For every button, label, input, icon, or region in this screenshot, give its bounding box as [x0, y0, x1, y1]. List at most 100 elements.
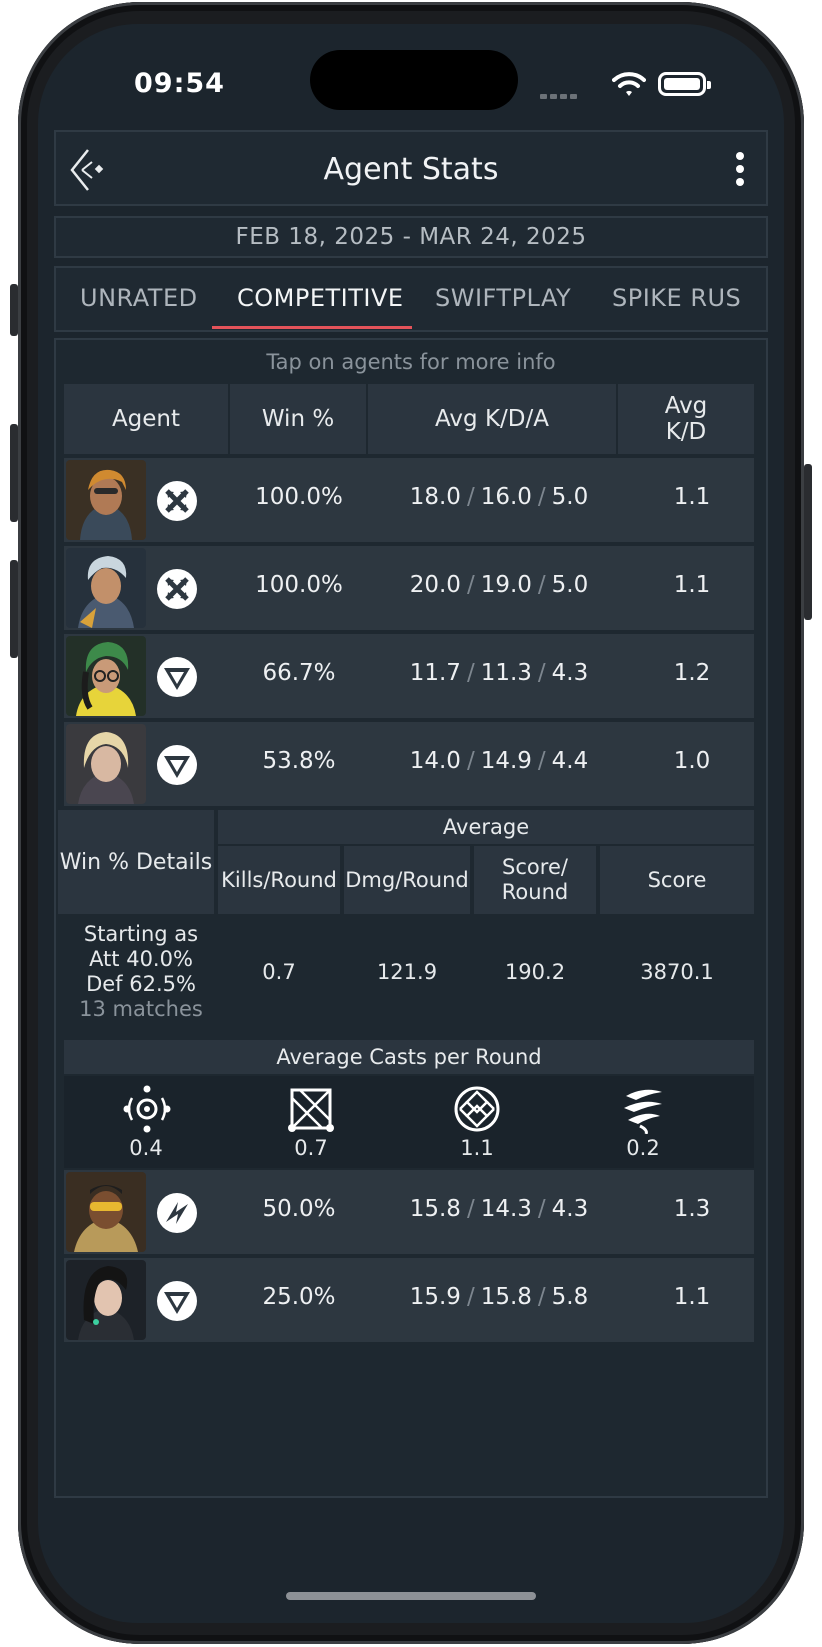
total-score: 3870.1	[640, 960, 714, 984]
ability-lattice-icon	[454, 1086, 500, 1132]
col-header-win: Win %	[230, 384, 366, 454]
stats-content: Tap on agents for more info Agent Win % …	[54, 338, 768, 1498]
win-percent: 25.0%	[262, 1284, 336, 1310]
kda-value: 11.7/11.3/4.3	[409, 660, 589, 686]
col-header-agent: Agent	[64, 384, 228, 454]
col-header-score-round: Score/ Round	[474, 846, 596, 914]
kda-value: 15.8/14.3/4.3	[409, 1196, 589, 1222]
score-per-round: 190.2	[504, 960, 566, 984]
status-time: 09:54	[134, 68, 225, 99]
duelist-icon	[157, 481, 197, 521]
col-header-kd: Avg K/D	[618, 384, 754, 454]
active-tab-indicator	[212, 326, 412, 329]
home-indicator[interactable]	[286, 1592, 536, 1600]
agent-portrait	[66, 1260, 146, 1340]
ability-swirl-icon	[624, 1089, 662, 1134]
win-percent: 53.8%	[262, 748, 336, 774]
col-header-score: Score	[600, 846, 754, 914]
casts-row: 0.4 0.7 1.1 0.2	[64, 1076, 754, 1168]
kills: 20.0	[409, 572, 461, 598]
agent-row[interactable]: 66.7% 11.7/11.3/4.3 1.2	[64, 634, 754, 718]
date-range-selector[interactable]: FEB 18, 2025 - MAR 24, 2025	[54, 216, 768, 258]
kd-ratio: 1.1	[673, 484, 711, 510]
kda-value: 15.9/15.8/5.8	[409, 1284, 589, 1310]
kills: 11.7	[409, 660, 461, 686]
kda-value: 20.0/19.0/5.0	[409, 572, 589, 598]
win-percent: 66.7%	[262, 660, 336, 686]
starting-as-label: Starting as	[83, 922, 199, 946]
assists: 4.4	[551, 748, 589, 774]
agent-row[interactable]: 50.0% 15.8/14.3/4.3 1.3	[64, 1170, 754, 1254]
col-header-kda: Avg K/D/A	[368, 384, 616, 454]
cast-value: 0.4	[129, 1136, 163, 1160]
agent-portrait	[66, 636, 146, 716]
ability-grid-icon	[288, 1088, 334, 1132]
kills: 18.0	[409, 484, 461, 510]
screen: 09:54 Agent Stats FEB 18, 2025 - MAR 24,…	[38, 24, 784, 1623]
attack-win-rate: Att 40.0%	[89, 947, 193, 971]
wifi-icon	[612, 72, 646, 96]
win-percent: 100.0%	[255, 572, 343, 598]
sentinel-icon	[157, 1281, 197, 1321]
deaths: 14.9	[480, 748, 532, 774]
assists: 5.8	[551, 1284, 589, 1310]
cast-value: 1.1	[460, 1136, 494, 1160]
agent-row[interactable]: 100.0% 20.0/19.0/5.0 1.1	[64, 546, 754, 630]
col-header-kd-line1: Avg	[664, 393, 708, 419]
agent-row[interactable]: 100.0% 18.0/16.0/5.0 1.1	[64, 458, 754, 542]
kills-per-round: 0.7	[262, 960, 296, 984]
tab-spike-rush[interactable]: SPIKE RUS	[612, 284, 741, 312]
casts-header: Average Casts per Round	[64, 1040, 754, 1074]
mute-switch	[10, 284, 18, 336]
agent-row[interactable]: 53.8% 14.0/14.9/4.4 1.0	[64, 722, 754, 806]
more-options-icon[interactable]	[736, 152, 744, 191]
kd-ratio: 1.1	[673, 572, 711, 598]
sentinel-icon	[157, 745, 197, 785]
deaths: 14.3	[480, 1196, 532, 1222]
cast-value: 0.7	[294, 1136, 328, 1160]
average-header: Average	[218, 810, 754, 844]
cast-value: 0.2	[626, 1136, 660, 1160]
agent-row[interactable]: 25.0% 15.9/15.8/5.8 1.1	[64, 1258, 754, 1342]
damage-per-round: 121.9	[376, 960, 438, 984]
kda-value: 14.0/14.9/4.4	[409, 748, 589, 774]
deaths: 16.0	[480, 484, 532, 510]
tab-swiftplay[interactable]: SWIFTPLAY	[435, 284, 571, 312]
volume-down-button	[10, 560, 18, 658]
kd-ratio: 1.3	[673, 1196, 711, 1222]
deaths: 15.8	[480, 1284, 532, 1310]
tab-unrated[interactable]: UNRATED	[80, 284, 198, 312]
assists: 5.0	[551, 572, 589, 598]
cellular-signal-icon	[540, 84, 580, 103]
col-header-kd-line2: K/D	[665, 419, 707, 445]
tab-competitive[interactable]: COMPETITIVE	[237, 284, 404, 312]
battery-icon	[658, 72, 711, 96]
app-header: Agent Stats	[54, 130, 768, 206]
hint-text: Tap on agents for more info	[266, 350, 556, 374]
ability-orb-icon	[123, 1085, 171, 1133]
queue-tabs: UNRATED COMPETITIVE SWIFTPLAY SPIKE RUS	[54, 266, 768, 332]
deaths: 19.0	[480, 572, 532, 598]
initiator-icon	[157, 1193, 197, 1233]
agent-portrait	[66, 548, 146, 628]
win-details-header: Win % Details	[58, 810, 214, 914]
assists: 5.0	[551, 484, 589, 510]
power-button	[804, 464, 812, 620]
win-percent: 50.0%	[262, 1196, 336, 1222]
duelist-icon	[157, 569, 197, 609]
kd-ratio: 1.1	[673, 1284, 711, 1310]
kd-ratio: 1.2	[673, 660, 711, 686]
kills: 14.0	[409, 748, 461, 774]
assists: 4.3	[551, 660, 589, 686]
col-header-dmg-round: Dmg/Round	[344, 846, 470, 914]
volume-up-button	[10, 424, 18, 522]
match-count: 13 matches	[79, 997, 203, 1021]
kills: 15.9	[409, 1284, 461, 1310]
sentinel-icon	[157, 657, 197, 697]
page-title: Agent Stats	[323, 152, 499, 187]
deaths: 11.3	[480, 660, 532, 686]
kda-value: 18.0/16.0/5.0	[409, 484, 589, 510]
kd-ratio: 1.0	[673, 748, 711, 774]
agent-portrait	[66, 724, 146, 804]
agent-portrait	[66, 460, 146, 540]
